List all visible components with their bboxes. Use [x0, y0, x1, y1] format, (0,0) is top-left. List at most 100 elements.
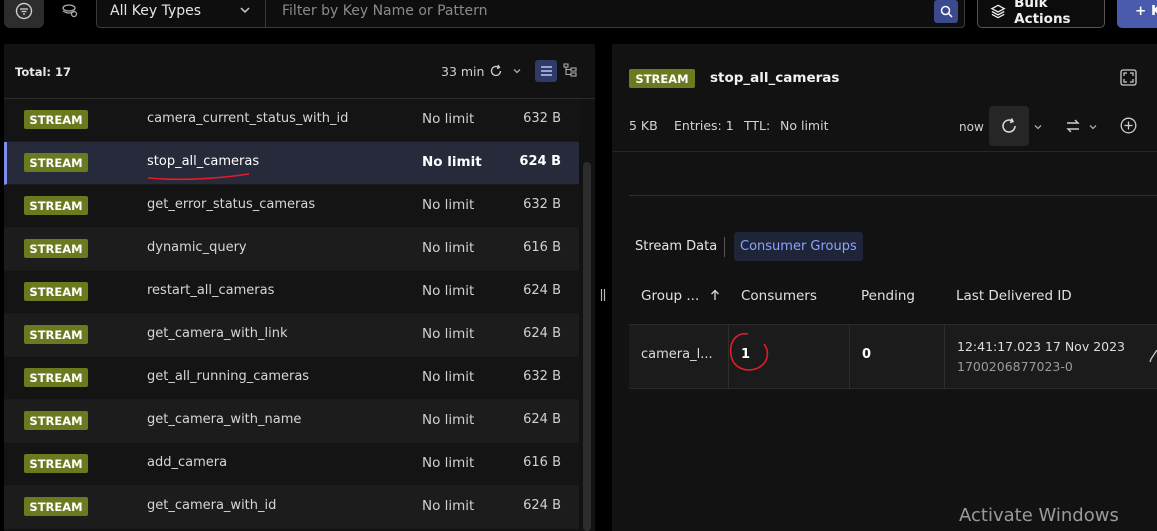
filter-button[interactable] — [4, 0, 44, 28]
type-badge: STREAM — [24, 411, 88, 430]
key-row[interactable]: STREAM get_error_status_cameras No limit… — [4, 185, 579, 228]
key-name: dynamic_query — [147, 240, 247, 255]
header-divider — [612, 151, 1157, 152]
search-button[interactable] — [934, 0, 958, 23]
consumer-group-row[interactable]: camera_l... 1 0 12:41:17.023 17 Nov 2023… — [629, 324, 1157, 389]
cell-divider — [944, 325, 945, 389]
key-row[interactable]: STREAM get_all_running_cameras No limit … — [4, 357, 579, 400]
layers-search-icon — [62, 4, 78, 18]
column-header-last-delivered[interactable]: Last Delivered ID — [956, 288, 1072, 304]
key-size: 624 B — [519, 154, 561, 169]
detail-size: 5 KB — [629, 118, 658, 133]
detail-entries: Entries: 1 — [674, 118, 734, 133]
add-key-button[interactable]: + K — [1117, 0, 1157, 28]
add-key-label: + K — [1135, 3, 1157, 19]
detail-ttl-value: No limit — [780, 118, 829, 133]
key-row[interactable]: STREAM get_camera_with_link No limit 624… — [4, 314, 579, 357]
sort-ascending-icon[interactable] — [710, 289, 720, 301]
refresh-button[interactable] — [989, 106, 1029, 146]
tab-consumer-groups[interactable]: Consumer Groups — [734, 232, 863, 261]
key-row[interactable]: STREAM dynamic_query No limit 616 B — [4, 228, 579, 271]
key-size: 624 B — [523, 326, 561, 341]
key-row-selected[interactable]: STREAM stop_all_cameras No limit 624 B — [4, 142, 579, 185]
top-toolbar: All Key Types Bulk Actions + K — [0, 0, 1157, 30]
key-list-scrollbar[interactable] — [583, 162, 591, 531]
key-row[interactable]: STREAM get_camera_with_id No limit 624 B — [4, 486, 579, 529]
tab-stream-data[interactable]: Stream Data — [629, 232, 723, 261]
key-name: camera_current_status_with_id — [147, 111, 349, 126]
detail-type-badge: STREAM — [629, 69, 695, 88]
filter-icon — [15, 2, 33, 20]
key-ttl: No limit — [422, 154, 482, 170]
refresh-age: now — [959, 120, 984, 134]
key-details-panel: STREAM stop_all_cameras 5 KB Entries: 1 … — [612, 44, 1157, 531]
key-size: 624 B — [523, 412, 561, 427]
type-badge: STREAM — [24, 110, 88, 129]
key-ttl: No limit — [422, 283, 475, 299]
add-entry-icon[interactable] — [1120, 117, 1137, 134]
type-badge: STREAM — [24, 368, 88, 387]
swap-format-icon[interactable] — [1064, 117, 1082, 135]
detail-ttl-label: TTL: — [744, 118, 771, 133]
fullscreen-icon[interactable] — [1120, 69, 1137, 86]
key-list-panel: Total: 17 33 min STREAM camera_current_s… — [4, 44, 595, 531]
column-header-consumers[interactable]: Consumers — [741, 288, 817, 304]
type-badge: STREAM — [24, 454, 88, 473]
key-size: 632 B — [523, 111, 561, 126]
key-size: 624 B — [523, 283, 561, 298]
edit-icon[interactable] — [1149, 349, 1157, 363]
type-badge: STREAM — [24, 497, 88, 516]
key-row[interactable]: STREAM get_camera_with_name No limit 624… — [4, 400, 579, 443]
key-ttl: No limit — [422, 455, 475, 471]
list-view-button[interactable] — [535, 60, 557, 82]
key-type-value: All Key Types — [110, 3, 202, 19]
tab-divider — [724, 237, 725, 257]
key-row[interactable]: STREAM camera_current_status_with_id No … — [4, 99, 579, 142]
key-ttl: No limit — [422, 369, 475, 385]
red-underline-annotation — [147, 173, 250, 181]
section-divider — [629, 195, 1157, 196]
key-name: get_camera_with_name — [147, 412, 302, 427]
cell-divider — [849, 325, 850, 389]
key-type-select[interactable]: All Key Types — [96, 0, 266, 28]
column-header-pending[interactable]: Pending — [861, 288, 915, 304]
key-list-header: Total: 17 33 min — [4, 44, 595, 99]
group-name-cell: camera_l... — [641, 347, 713, 362]
bulk-actions-button[interactable]: Bulk Actions — [977, 0, 1105, 28]
key-size: 624 B — [523, 498, 561, 513]
column-header-group[interactable]: Group ... — [641, 288, 699, 304]
search-icon — [940, 5, 953, 18]
list-icon — [540, 66, 552, 76]
search-input[interactable] — [282, 3, 922, 19]
windows-activation-watermark: Activate Windows — [959, 505, 1119, 526]
chevron-down-icon — [240, 7, 250, 14]
key-size: 632 B — [523, 197, 561, 212]
key-ttl: No limit — [422, 111, 475, 127]
refresh-icon — [1002, 118, 1016, 133]
key-row[interactable]: STREAM add_camera No limit 616 B — [4, 443, 579, 486]
last-refresh-age: 33 min — [441, 64, 485, 79]
key-size: 616 B — [523, 240, 561, 255]
type-badge: STREAM — [24, 153, 88, 172]
total-count: Total: 17 — [15, 65, 72, 79]
chevron-down-icon[interactable] — [1088, 122, 1098, 132]
key-name: restart_all_cameras — [147, 283, 275, 298]
key-name: get_camera_with_link — [147, 326, 288, 341]
type-badge: STREAM — [24, 325, 88, 344]
key-name: stop_all_cameras — [147, 154, 260, 169]
layers-icon — [990, 4, 1006, 18]
key-name: get_all_running_cameras — [147, 369, 310, 384]
key-ttl: No limit — [422, 412, 475, 428]
chevron-down-icon[interactable] — [512, 66, 522, 76]
type-badge: STREAM — [24, 196, 88, 215]
refresh-icon[interactable] — [489, 64, 503, 78]
key-ttl: No limit — [422, 498, 475, 514]
pending-cell: 0 — [862, 347, 872, 362]
tree-view-icon[interactable] — [563, 63, 577, 77]
key-size: 616 B — [523, 455, 561, 470]
search-mode-button[interactable] — [50, 0, 90, 28]
key-name: get_error_status_cameras — [147, 197, 316, 212]
panel-resize-handle[interactable] — [600, 288, 606, 302]
key-row[interactable]: STREAM restart_all_cameras No limit 624 … — [4, 271, 579, 314]
chevron-down-icon[interactable] — [1033, 122, 1043, 132]
